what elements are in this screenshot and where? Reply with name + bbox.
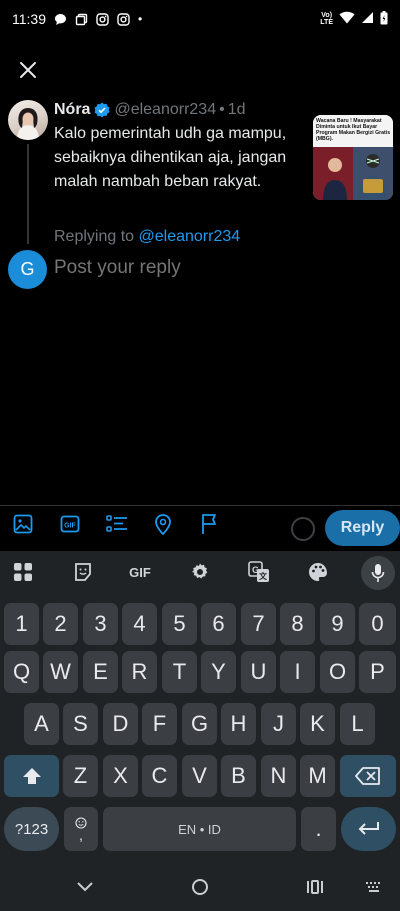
replying-to: Replying to @eleanorr234 [54,228,240,246]
reply-input[interactable] [54,257,384,279]
key-r[interactable]: R [122,651,157,693]
author-handle: @eleanorr234 [114,101,217,118]
key-7[interactable]: 7 [241,603,276,645]
translate-icon[interactable]: G文 [244,558,274,586]
key-z[interactable]: Z [63,755,98,797]
key-e[interactable]: E [83,651,118,693]
tweet-text: Kalo pemerintah udh ga mampu, sebaiknya … [54,125,287,190]
separator-dot: • [219,101,225,118]
svg-text:GIF: GIF [64,522,76,529]
key-9[interactable]: 9 [320,603,355,645]
shift-arrow-icon [22,768,41,784]
period-key[interactable]: . [301,807,336,851]
gif-icon[interactable]: GIF [58,512,82,536]
recents-icon[interactable] [302,876,328,898]
key-d[interactable]: D [103,703,138,745]
tweet-age: 1d [227,101,246,118]
verified-badge-icon [94,102,110,118]
status-time: 11:39 [12,11,46,27]
gif-keyboard-button[interactable]: GIF [125,558,155,586]
microphone-icon [371,564,385,582]
battery-icon [380,10,388,28]
key-t[interactable]: T [162,651,197,693]
key-4[interactable]: 4 [122,603,157,645]
chat-bubble-icon [54,13,67,26]
key-6[interactable]: 6 [201,603,236,645]
enter-icon [358,822,379,835]
flag-icon[interactable] [198,512,222,536]
notification-dot: • [138,12,143,26]
emoji-comma-key[interactable]: , [64,807,98,851]
home-circle-icon[interactable] [187,876,213,898]
key-q[interactable]: Q [4,651,39,693]
instagram-icon [117,12,130,26]
backspace-icon [355,767,380,785]
key-n[interactable]: N [261,755,296,797]
back-chevron-icon[interactable] [72,876,98,898]
key-l[interactable]: L [340,703,375,745]
user-avatar-letter: G [20,259,35,279]
comma-label: , [79,827,83,843]
space-bar[interactable]: EN • ID [103,807,296,851]
volte-indicator: Vo) LTE [320,12,333,26]
key-2[interactable]: 2 [43,603,78,645]
replying-prefix: Replying to [54,228,135,245]
key-w[interactable]: W [43,651,78,693]
key-8[interactable]: 8 [280,603,315,645]
key-u[interactable]: U [241,651,276,693]
key-g[interactable]: G [182,703,217,745]
key-y[interactable]: Y [201,651,236,693]
apps-grid-icon[interactable] [8,558,38,586]
copy-icon [75,13,88,26]
location-icon[interactable] [151,512,175,536]
svg-text:文: 文 [259,571,268,581]
instagram-icon [96,12,109,26]
key-v[interactable]: V [182,755,217,797]
close-button[interactable] [14,56,42,84]
key-1[interactable]: 1 [4,603,39,645]
key-k[interactable]: K [300,703,335,745]
symbols-key[interactable]: ?123 [4,807,59,851]
wifi-icon [339,11,355,27]
user-avatar: G [8,250,47,289]
key-o[interactable]: O [320,651,355,693]
key-j[interactable]: J [261,703,296,745]
key-3[interactable]: 3 [83,603,118,645]
image-icon[interactable] [11,512,35,536]
key-s[interactable]: S [63,703,98,745]
status-bar: 11:39 • Vo) LTE [0,0,400,38]
signal-icon [361,11,374,27]
microphone-button[interactable] [361,556,395,590]
key-p[interactable]: P [359,651,396,693]
backspace-key[interactable] [340,755,396,797]
keyboard-switch-icon[interactable] [361,876,387,898]
key-h[interactable]: H [221,703,256,745]
replying-mention-link[interactable]: @eleanorr234 [139,228,241,245]
settings-gear-icon[interactable] [185,558,215,586]
key-b[interactable]: B [221,755,256,797]
author-avatar[interactable] [8,100,48,140]
character-progress-circle [291,517,315,541]
thread-line [27,144,29,244]
tweet-header: Nóra @eleanorr234 • 1d [54,101,246,119]
key-5[interactable]: 5 [162,603,197,645]
key-i[interactable]: I [280,651,315,693]
thumbnail-caption: Wacana Baru ! Masyarakat Diminta untuk I… [316,118,391,142]
key-a[interactable]: A [24,703,59,745]
tweet-media-thumbnail[interactable]: Wacana Baru ! Masyarakat Diminta untuk I… [313,115,393,200]
theme-palette-icon[interactable] [303,558,333,586]
key-c[interactable]: C [142,755,177,797]
reply-button[interactable]: Reply [325,510,400,546]
key-x[interactable]: X [103,755,138,797]
enter-key[interactable] [341,807,396,851]
key-f[interactable]: F [142,703,177,745]
close-icon [20,62,36,78]
key-0[interactable]: 0 [359,603,396,645]
sticker-icon[interactable] [68,558,98,586]
shift-key[interactable] [4,755,59,797]
poll-icon[interactable] [105,512,129,536]
author-name[interactable]: Nóra [54,101,90,119]
key-m[interactable]: M [300,755,335,797]
